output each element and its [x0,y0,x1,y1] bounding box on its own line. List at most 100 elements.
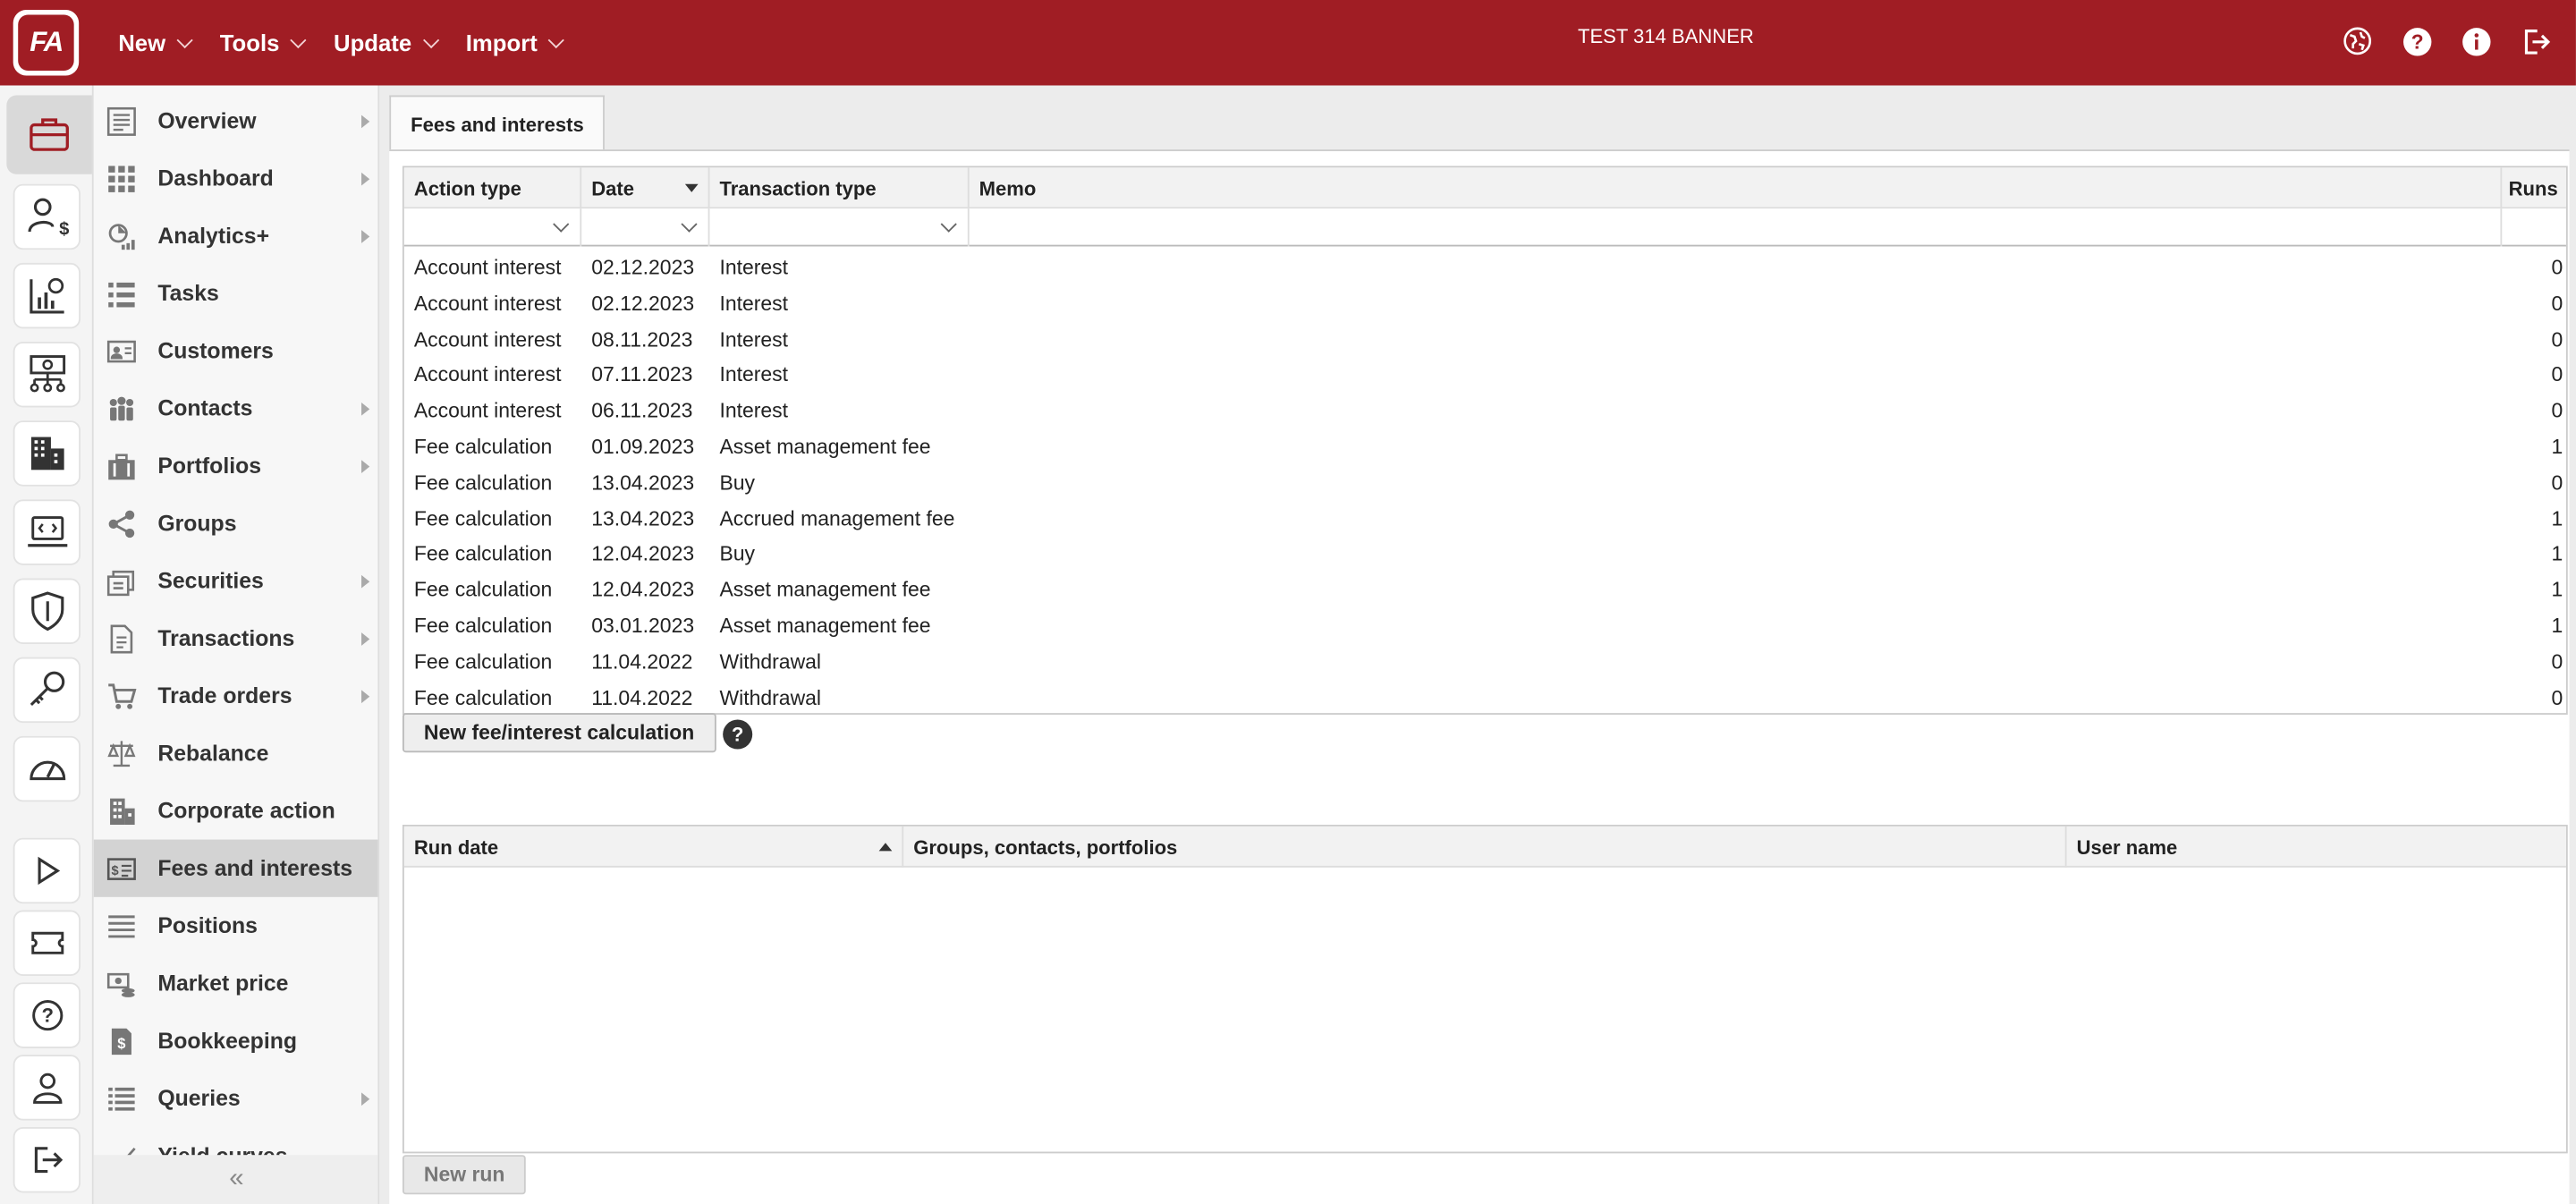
money-network-icon [29,355,65,393]
cell-date: 12.04.2023 [591,542,695,566]
nav-item-customers[interactable]: Customers [94,322,378,379]
column-label: Groups, contacts, portfolios [913,835,1178,859]
chevron-down-icon [940,216,957,233]
rail-play[interactable] [13,837,80,904]
user-icon [32,1073,62,1104]
column-header-action-type[interactable]: Action type [404,167,582,209]
rail-gauge[interactable] [13,735,80,802]
rail-customer-money[interactable]: $ [13,183,80,250]
nav-item-fees-and-interests[interactable]: $ Fees and interests [93,839,378,897]
globe-icon[interactable] [2339,23,2375,59]
table-row[interactable]: Fee calculation 12.04.2023 Asset managemen… [404,572,2566,608]
info-icon[interactable] [2458,23,2494,59]
analytics-report-icon [29,277,64,314]
filter-runs[interactable] [2502,208,2569,246]
briefcase-icon [30,118,69,151]
rail-ticket[interactable] [13,910,80,976]
column-header-user-name[interactable]: User name [2067,827,2570,868]
new-fee-interest-calculation-button[interactable]: New fee/interest calculation [402,713,716,753]
nav-item-positions[interactable]: Positions [94,897,378,954]
table-row[interactable]: Fee calculation 03.01.2023 Asset managemen… [404,608,2566,644]
nav-item-contacts[interactable]: Contacts [94,379,378,437]
gauge-icon [29,760,65,781]
tab-label: Fees and interests [411,112,584,136]
cell-date: 06.11.2023 [591,399,693,423]
table-row[interactable]: Account interest 02.12.2023 Interest 0 [404,250,2566,285]
cell-action-type: Fee calculation [413,685,553,709]
rail-building[interactable] [13,420,80,487]
nav-label: Customers [157,338,274,363]
collapse-sidebar-button[interactable]: « [93,1155,378,1204]
filter-memo[interactable] [970,208,2503,247]
nav-item-groups[interactable]: Groups [94,495,378,552]
nav-item-corporate-action[interactable]: Corporate action [94,782,378,839]
rail-analytics-report[interactable] [13,262,80,329]
building-icon [30,437,64,471]
svg-text:?: ? [41,1004,53,1026]
rail-key[interactable] [13,657,80,724]
cell-action-type: Fee calculation [413,649,553,674]
cell-runs: 0 [2551,327,2563,352]
table-row[interactable]: Fee calculation 11.04.2022 Withdrawal 0 [404,644,2566,680]
column-header-transaction-type[interactable]: Transaction type [709,167,970,209]
tab-fees-and-interests[interactable]: Fees and interests [389,95,606,151]
rail-user[interactable] [13,1055,80,1121]
rail-help[interactable]: ? [13,982,80,1048]
rail-laptop-code[interactable] [13,499,80,565]
rail-money-network[interactable] [13,342,80,408]
column-header-date[interactable]: Date [581,167,710,209]
rail-briefcase[interactable] [6,95,92,174]
chevron-down-icon [553,216,570,233]
nav-label: Corporate action [157,798,335,824]
cell-runs: 0 [2551,292,2563,316]
svg-text:?: ? [2411,30,2423,53]
cell-transaction-type: Interest [719,256,789,280]
svg-text:$: $ [111,863,118,878]
filter-date[interactable] [581,208,710,247]
table-row[interactable]: Fee calculation 13.04.2023 Accrued managem… [404,500,2566,536]
nav-label: Fees and interests [157,855,353,881]
cell-transaction-type: Asset management fee [719,435,931,459]
analytics-icon [108,223,135,250]
column-header-memo[interactable]: Memo [970,167,2503,209]
nav-item-portfolios[interactable]: Portfolios [94,437,378,495]
nav-item-overview[interactable]: Overview [94,92,378,149]
new-run-button[interactable]: New run [402,1155,527,1195]
column-header-groups-contacts-portfolios[interactable]: Groups, contacts, portfolios [903,826,2067,868]
cell-date: 12.04.2023 [591,578,695,602]
nav-item-trade-orders[interactable]: Trade orders [94,667,378,725]
table-row[interactable]: Account interest 08.11.2023 Interest 0 [404,321,2566,357]
table-row[interactable]: Account interest 06.11.2023 Interest 0 [404,393,2566,428]
nav-item-securities[interactable]: Securities [94,552,378,609]
grid-header: Action type Date Transaction type Memo R… [403,167,2569,209]
nav-item-transactions[interactable]: Transactions [94,609,378,666]
table-row[interactable]: Fee calculation 01.09.2023 Asset managemen… [404,428,2566,464]
shield-icon [30,591,64,632]
filter-action-type[interactable] [404,208,582,247]
nav-item-tasks[interactable]: Tasks [94,265,378,322]
cell-memo [970,464,2503,500]
nav-item-rebalance[interactable]: Rebalance [94,725,378,782]
table-row[interactable]: Fee calculation 12.04.2023 Buy 1 [404,536,2566,572]
help-icon[interactable]: ? [2399,23,2435,59]
cell-runs: 1 [2551,506,2563,530]
table-row[interactable]: Account interest 02.12.2023 Interest 0 [404,285,2566,321]
rail-logout[interactable] [13,1126,80,1193]
cell-date: 01.09.2023 [591,435,695,459]
nav-item-market-price[interactable]: Market price [94,954,378,1012]
nav-item-dashboard[interactable]: Dashboard [94,149,378,207]
logout-icon[interactable] [2517,23,2553,59]
filter-transaction-type[interactable] [709,208,970,247]
nav-item-analytics[interactable]: Analytics+ [94,207,378,264]
nav-item-bookkeeping[interactable]: $ Bookkeeping [94,1012,378,1069]
column-header-run-date[interactable]: Run date [404,826,904,868]
chevron-right-icon [361,632,370,645]
rail-shield[interactable] [13,578,80,644]
help-icon[interactable]: ? [723,719,753,750]
column-header-runs[interactable]: Runs [2502,167,2569,208]
table-row[interactable]: Fee calculation 11.04.2022 Withdrawal 0 [404,680,2566,716]
button-label: New fee/interest calculation [423,721,695,745]
table-row[interactable]: Fee calculation 13.04.2023 Buy 0 [404,464,2566,500]
nav-item-queries[interactable]: Queries [94,1070,378,1127]
table-row[interactable]: Account interest 07.11.2023 Interest 0 [404,357,2566,393]
